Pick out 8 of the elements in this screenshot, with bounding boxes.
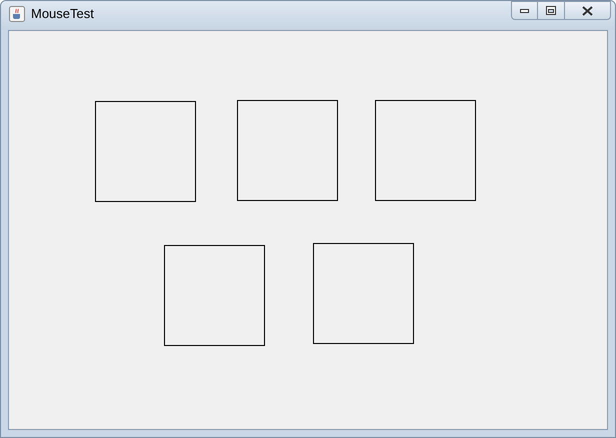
maximize-icon: [546, 6, 556, 15]
window-title: MouseTest: [31, 6, 94, 22]
minimize-button[interactable]: [511, 1, 538, 20]
maximize-button[interactable]: [538, 1, 564, 20]
close-button[interactable]: [564, 1, 611, 20]
java-cup-icon: [9, 6, 25, 22]
close-icon: [582, 6, 593, 16]
minimize-icon: [520, 8, 529, 12]
